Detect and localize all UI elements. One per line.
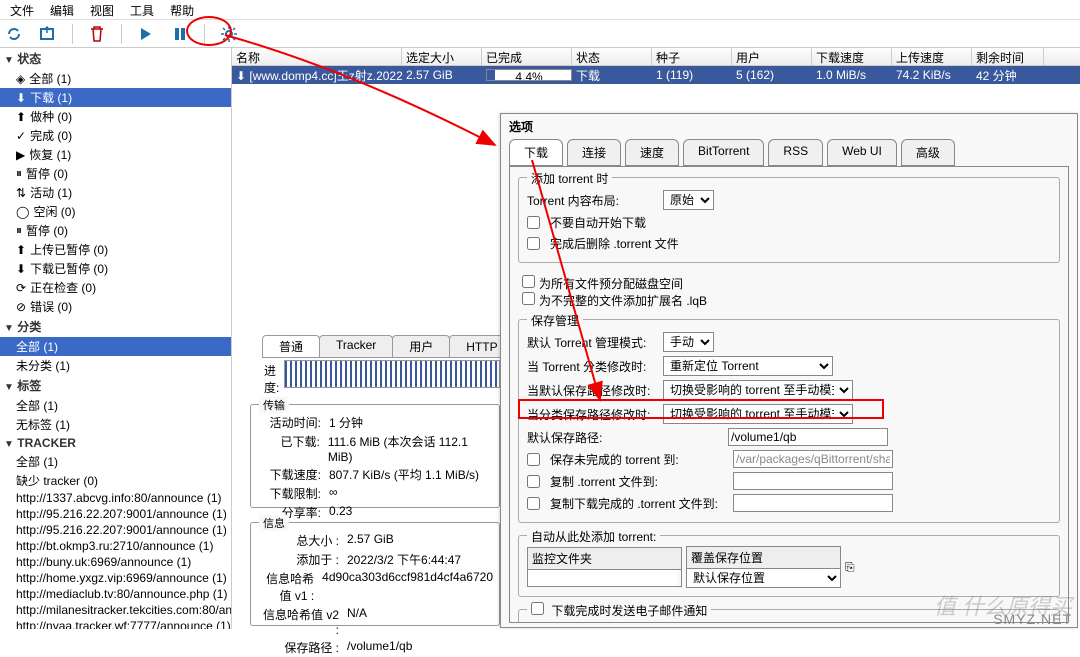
dlg-tab-rss[interactable]: RSS — [768, 139, 823, 166]
menu-tools[interactable]: 工具 — [122, 0, 162, 19]
tracker-all[interactable]: 全部 (1) — [0, 452, 231, 471]
override-header: 覆盖保存位置 — [687, 547, 840, 569]
chk-prealloc[interactable] — [522, 275, 535, 288]
tracker-missing[interactable]: 缺少 tracker (0) — [0, 471, 231, 490]
tracker-item[interactable]: http://nyaa.tracker.wf:7777/announce (1) — [0, 618, 231, 629]
side-completed[interactable]: ✓ 完成 (0) — [0, 126, 231, 145]
site-brand: SMYZ.NET — [993, 611, 1072, 627]
add-link-icon[interactable] — [4, 24, 24, 44]
tracker-item[interactable]: http://bt.okmp3.ru:2710/announce (1) — [0, 538, 231, 554]
piece-bar — [284, 360, 500, 388]
transfer-fieldset: 传输 活动时间:1 分钟 已下载:111.6 MiB (本次会话 112.1 M… — [250, 404, 500, 508]
side-seeding[interactable]: ⬆ 做种 (0) — [0, 107, 231, 126]
table-header: 名称 选定大小 已完成 状态 种子 用户 下载速度 上传速度 剩余时间 — [232, 48, 1080, 66]
side-status: 状态 — [17, 52, 41, 66]
side-stalled[interactable]: ⏸ 暂停 (0) — [0, 221, 231, 240]
fs-save-mgmt: 保存管理 默认 Torrent 管理模式:手动 当 Torrent 分类修改时:… — [518, 319, 1060, 523]
side-tag-none[interactable]: 无标签 (1) — [0, 415, 231, 434]
mail-from-input — [583, 622, 753, 623]
side-dl-paused[interactable]: ⬇ 下载已暂停 (0) — [0, 259, 231, 278]
mode-select[interactable]: 手动 — [663, 332, 714, 352]
dlg-tab-connection[interactable]: 连接 — [567, 139, 621, 166]
chk-copycomplete[interactable] — [527, 497, 540, 510]
tab-general[interactable]: 普通 — [262, 335, 320, 357]
fs-autoadd: 自动从此处添加 torrent: 监控文件夹 覆盖保存位置 默认保存位置 ⎘ — [518, 535, 1060, 597]
defpath-input[interactable] — [728, 428, 888, 446]
watch-input[interactable] — [528, 570, 677, 586]
menu-file[interactable]: 文件 — [2, 0, 42, 19]
side-ul-paused[interactable]: ⬆ 上传已暂停 (0) — [0, 240, 231, 259]
tracker-item[interactable]: http://milanesitracker.tekcities.com:80/… — [0, 602, 231, 618]
chk-appendext[interactable] — [522, 292, 535, 305]
menu-view[interactable]: 视图 — [82, 0, 122, 19]
chk-delafter[interactable] — [527, 237, 540, 250]
catpathchg-select[interactable]: 切换受影响的 torrent 至手动模式 — [663, 404, 853, 424]
side-cat-none[interactable]: 未分类 (1) — [0, 356, 231, 375]
add-torrent-icon[interactable] — [38, 24, 58, 44]
side-active[interactable]: ⇅ 活动 (1) — [0, 183, 231, 202]
side-downloading[interactable]: ⬇ 下载 (1) — [0, 88, 231, 107]
info-fieldset: 信息 总大小 :2.57 GiB 添加于 :2022/3/2 下午6:44:47… — [250, 522, 500, 626]
menu-edit[interactable]: 编辑 — [42, 0, 82, 19]
dlg-tab-speed[interactable]: 速度 — [625, 139, 679, 166]
torrent-row[interactable]: ⬇ [www.domp4.cc]王z射z.2022.HD1... 2.57 Gi… — [232, 66, 1080, 84]
chk-noauto[interactable] — [527, 216, 540, 229]
tracker-item[interactable]: http://home.yxgz.vip:6969/announce (1) — [0, 570, 231, 586]
side-tag: 标签 — [17, 379, 41, 393]
side-cat: 分类 — [17, 320, 41, 334]
side-checking[interactable]: ⟳ 正在检查 (0) — [0, 278, 231, 297]
dlg-tab-download[interactable]: 下载 — [509, 139, 563, 166]
copytorrent-input — [733, 472, 893, 490]
override-select[interactable]: 默认保存位置 — [687, 569, 840, 587]
defchg-select[interactable]: 切换受影响的 torrent 至手动模式 — [663, 380, 853, 400]
tab-tracker[interactable]: Tracker — [319, 335, 393, 357]
pause-icon[interactable] — [170, 24, 190, 44]
dlg-tab-webui[interactable]: Web UI — [827, 139, 897, 166]
tracker-item[interactable]: http://95.216.22.207:9001/announce (1) — [0, 522, 231, 538]
side-paused[interactable]: ⏸ 暂停 (0) — [0, 164, 231, 183]
chk-incomplete[interactable] — [527, 453, 540, 466]
chk-copytorrent[interactable] — [527, 475, 540, 488]
sidebar: ▼ 状态 ◈ 全部 (1) ⬇ 下载 (1) ⬆ 做种 (0) ✓ 完成 (0)… — [0, 48, 232, 629]
side-cat-all[interactable]: 全部 (1) — [0, 337, 231, 356]
incomplete-input — [733, 450, 893, 468]
tab-peer[interactable]: 用户 — [392, 335, 450, 357]
settings-icon[interactable] — [219, 24, 239, 44]
side-resumed[interactable]: ▶ 恢复 (1) — [0, 145, 231, 164]
side-tracker: TRACKER — [17, 436, 76, 450]
dlg-tab-bt[interactable]: BitTorrent — [683, 139, 764, 166]
tracker-item[interactable]: http://mediaclub.tv:80/announce.php (1) — [0, 586, 231, 602]
side-all[interactable]: ◈ 全部 (1) — [0, 69, 231, 88]
tracker-item[interactable]: http://1337.abcvg.info:80/announce (1) — [0, 490, 231, 506]
dlg-tab-advanced[interactable]: 高级 — [901, 139, 955, 166]
copy-icon[interactable]: ⎘ — [845, 560, 855, 575]
side-idle[interactable]: ◯ 空闲 (0) — [0, 202, 231, 221]
play-icon[interactable] — [136, 24, 156, 44]
layout-select[interactable]: 原始 — [663, 190, 714, 210]
options-dialog: 选项 下载 连接 速度 BitTorrent RSS Web UI 高级 添加 … — [500, 113, 1078, 628]
side-tag-all[interactable]: 全部 (1) — [0, 396, 231, 415]
delete-icon[interactable] — [87, 24, 107, 44]
menu-help[interactable]: 帮助 — [162, 0, 202, 19]
fs-add-torrent: 添加 torrent 时 Torrent 内容布局: 原始 不要自动开始下载 完… — [518, 177, 1060, 263]
tracker-item[interactable]: http://buny.uk:6969/announce (1) — [0, 554, 231, 570]
dialog-title: 选项 — [501, 114, 1077, 139]
progress-label: 进度: — [264, 362, 279, 396]
catchg-select[interactable]: 重新定位 Torrent — [663, 356, 833, 376]
side-error[interactable]: ⊘ 错误 (0) — [0, 297, 231, 316]
copycomplete-input — [733, 494, 893, 512]
chk-email[interactable] — [531, 602, 544, 615]
watch-header: 监控文件夹 — [528, 548, 681, 570]
tracker-item[interactable]: http://95.216.22.207:9001/announce (1) — [0, 506, 231, 522]
